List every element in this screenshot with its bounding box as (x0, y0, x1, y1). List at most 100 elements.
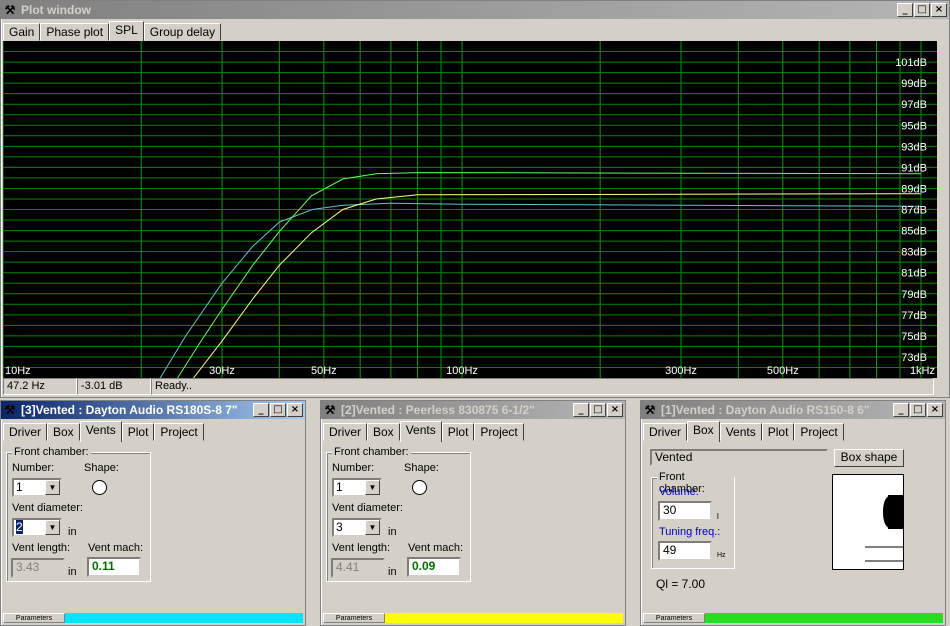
tuning-freq-field[interactable]: 49 (658, 541, 712, 561)
app-icon: ⚒ (4, 403, 16, 417)
window-1-bottom-bar: Parameters (643, 613, 943, 623)
window-2-tabs: Driver Box Vents Plot Project (321, 419, 625, 442)
series-color-bar (705, 613, 943, 623)
minimize-button[interactable]: _ (893, 403, 909, 417)
round-shape-icon[interactable] (92, 480, 107, 495)
number-select[interactable]: 1 ▼ (332, 478, 382, 497)
y-tick-label: 73dB (901, 352, 927, 364)
vent-mach-field: 0.09 (407, 557, 461, 577)
window-2-titlebar[interactable]: ⚒ [2]Vented : Peerless 830875 6-1/2" _ □… (321, 401, 625, 419)
round-shape-icon[interactable] (412, 480, 427, 495)
tab-driver[interactable]: Driver (323, 423, 367, 441)
status-message: Ready.. (151, 378, 934, 395)
tab-group-delay[interactable]: Group delay (143, 23, 222, 41)
y-tick-label: 89dB (901, 183, 927, 195)
tab-vents[interactable]: Vents (79, 421, 122, 442)
tab-box[interactable]: Box (367, 423, 400, 441)
window-3-title: [3]Vented : Dayton Audio RS180S-8 7" (21, 403, 238, 417)
maximize-button[interactable]: □ (914, 3, 930, 17)
x-tick-label: 300Hz (665, 365, 697, 377)
unit-in: in (388, 526, 397, 538)
minimize-button[interactable]: _ (897, 3, 913, 17)
spl-plot[interactable]: 101dB 99dB 97dB 95dB 93dB 91dB 89dB 87dB 85dB 83d… (3, 41, 937, 378)
window-3-titlebar[interactable]: ⚒ [3]Vented : Dayton Audio RS180S-8 7" _… (1, 401, 305, 419)
maximize-button[interactable]: □ (270, 403, 286, 417)
vent-mach-field: 0.11 (87, 557, 141, 577)
ql-value: Ql = 7.00 (656, 577, 706, 591)
tab-plot[interactable]: Plot (121, 423, 155, 441)
tab-project[interactable]: Project (474, 423, 524, 441)
number-label: Number: (332, 462, 375, 474)
plot-tabs: Gain Phase plot SPL Group delay (1, 19, 949, 42)
tuning-freq-label: Tuning freq.: (659, 526, 721, 538)
tab-plot[interactable]: Plot (441, 423, 475, 441)
window-1-tabs: Driver Box Vents Plot Project (641, 419, 945, 442)
tab-gain[interactable]: Gain (3, 23, 41, 41)
box-shape-preview (832, 474, 904, 570)
chevron-down-icon[interactable]: ▼ (365, 480, 380, 495)
tuning-freq-unit: Hz (717, 552, 726, 559)
chevron-down-icon[interactable]: ▼ (45, 480, 60, 495)
parameters-button[interactable]: Parameters (3, 613, 65, 623)
tab-spl[interactable]: SPL (109, 21, 144, 42)
enclosure-window-1: ⚒ [1]Vented : Dayton Audio RS150-8 6" _ … (640, 400, 946, 626)
box-type-field: Vented (650, 449, 828, 466)
vent-diameter-select[interactable]: 2 ▼ (12, 518, 62, 537)
box-diagram-icon (865, 495, 903, 562)
series-line-3 (193, 193, 922, 378)
chevron-down-icon[interactable]: ▼ (365, 520, 380, 535)
window-1-titlebar[interactable]: ⚒ [1]Vented : Dayton Audio RS150-8 6" _ … (641, 401, 945, 419)
maximize-button[interactable]: □ (910, 403, 926, 417)
number-select[interactable]: 1 ▼ (12, 478, 62, 497)
x-tick-label: 10Hz (5, 365, 31, 377)
plot-window-titlebar[interactable]: ⚒ Plot window _ □ × (1, 1, 949, 19)
tab-vents[interactable]: Vents (399, 421, 442, 442)
vent-length-label: Vent length: (332, 542, 391, 554)
minimize-button[interactable]: _ (573, 403, 589, 417)
volume-field[interactable]: 30 (658, 501, 712, 521)
close-button[interactable]: × (287, 403, 303, 417)
close-button[interactable]: × (931, 3, 947, 17)
tab-vents[interactable]: Vents (719, 423, 762, 441)
y-tick-label: 87dB (901, 205, 927, 217)
parameters-button[interactable]: Parameters (643, 613, 705, 623)
status-db: -3.01 dB (77, 378, 151, 395)
box-shape-button[interactable]: Box shape (834, 449, 904, 467)
app-icon: ⚒ (644, 403, 656, 417)
minimize-button[interactable]: _ (253, 403, 269, 417)
window-3-bottom-bar: Parameters (3, 613, 303, 623)
tab-project[interactable]: Project (154, 423, 204, 441)
y-tick-label: 101dB (895, 57, 927, 69)
y-tick-label: 77dB (901, 310, 927, 322)
window-2-title: [2]Vented : Peerless 830875 6-1/2" (341, 403, 535, 417)
vent-diameter-label: Vent diameter: (332, 502, 403, 514)
app-icon: ⚒ (4, 3, 16, 17)
vent-length-label: Vent length: (12, 542, 71, 554)
series-color-bar (65, 613, 303, 623)
maximize-button[interactable]: □ (590, 403, 606, 417)
vent-mach-label: Vent mach: (88, 542, 144, 554)
shape-label: Shape: (404, 462, 439, 474)
tab-plot[interactable]: Plot (761, 423, 795, 441)
number-label: Number: (12, 462, 55, 474)
parameters-button[interactable]: Parameters (323, 613, 385, 623)
x-tick-label: 1kHz (910, 365, 935, 377)
tab-box[interactable]: Box (47, 423, 80, 441)
window-2-bottom-bar: Parameters (323, 613, 623, 623)
close-button[interactable]: × (607, 403, 623, 417)
chevron-down-icon[interactable]: ▼ (45, 520, 60, 535)
tab-project[interactable]: Project (794, 423, 844, 441)
unit-in: in (388, 566, 397, 578)
vent-mach-label: Vent mach: (408, 542, 464, 554)
vent-diameter-select[interactable]: 3 ▼ (332, 518, 382, 537)
tab-box[interactable]: Box (687, 421, 720, 442)
volume-label: Volume: (659, 486, 699, 498)
shape-label: Shape: (84, 462, 119, 474)
tab-driver[interactable]: Driver (3, 423, 47, 441)
close-button[interactable]: × (927, 403, 943, 417)
x-tick-label: 500Hz (767, 365, 799, 377)
series-line-1 (159, 202, 922, 378)
y-tick-label: 79dB (901, 289, 927, 301)
tab-driver[interactable]: Driver (643, 423, 687, 441)
tab-phase-plot[interactable]: Phase plot (40, 23, 110, 41)
